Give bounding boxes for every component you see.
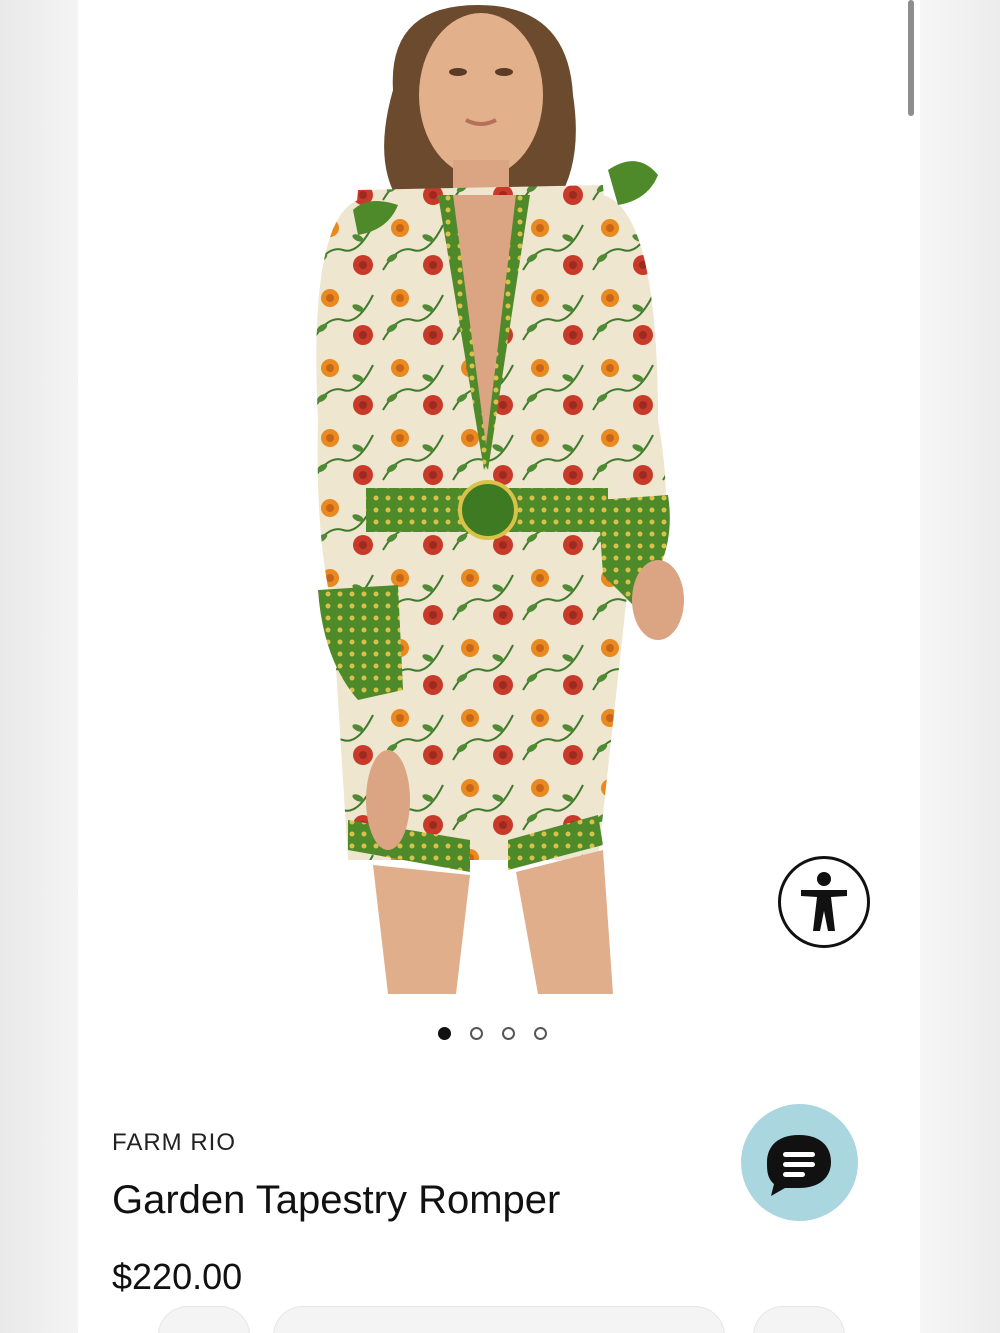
product-image[interactable]	[238, 0, 728, 994]
left-backdrop	[0, 0, 78, 1333]
accessibility-person-icon	[801, 872, 847, 931]
chat-bubble-icon	[767, 1135, 831, 1196]
product-title: Garden Tapestry Romper	[112, 1178, 561, 1222]
scrollbar[interactable]	[908, 0, 914, 116]
gallery-dot-1[interactable]	[438, 1027, 451, 1040]
gallery-dot-4[interactable]	[534, 1027, 547, 1040]
bottom-action-right[interactable]	[753, 1306, 845, 1333]
chat-button[interactable]	[741, 1104, 858, 1221]
bottom-action-left[interactable]	[158, 1306, 250, 1333]
bottom-action-center[interactable]	[273, 1306, 725, 1333]
gallery-pagination	[438, 1027, 547, 1040]
gallery-dot-2[interactable]	[470, 1027, 483, 1040]
product-photo-illustration	[238, 0, 728, 994]
right-backdrop	[920, 0, 1000, 1333]
accessibility-button[interactable]	[778, 856, 870, 948]
product-brand: FARM RIO	[112, 1129, 237, 1156]
gallery-dot-3[interactable]	[502, 1027, 515, 1040]
product-price: $220.00	[112, 1256, 243, 1297]
product-page: FARM RIO Garden Tapestry Romper $220.00	[78, 0, 920, 1333]
